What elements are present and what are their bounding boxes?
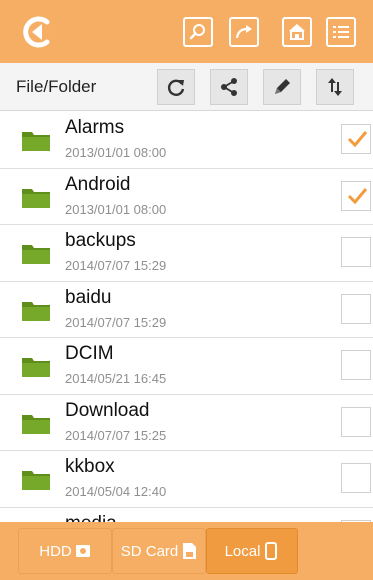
toolbar: File/Folder — [0, 63, 373, 111]
row-checkbox[interactable] — [341, 293, 371, 324]
file-date: 2014/07/07 15:25 — [65, 427, 167, 443]
tab-label: Local — [224, 542, 261, 560]
file-name: DCIM — [65, 343, 114, 364]
row-checkbox[interactable] — [341, 124, 371, 154]
list-item[interactable]: Android 2013/01/01 08:00 — [0, 168, 373, 225]
folder-icon — [22, 132, 50, 151]
search-button[interactable] — [183, 17, 213, 47]
row-checkbox[interactable] — [341, 350, 371, 380]
list-item[interactable]: backups 2014/07/07 15:29 — [0, 225, 373, 282]
file-name: baidu — [65, 286, 112, 308]
sd-card-icon — [183, 543, 197, 559]
search-icon — [189, 24, 205, 40]
back-arrow-icon[interactable] — [21, 14, 57, 50]
share-button[interactable] — [210, 69, 248, 105]
file-list: Alarms 2013/01/01 08:00 Android 2013/01/… — [0, 112, 373, 522]
list-button[interactable] — [326, 17, 356, 47]
file-name: kkbox — [65, 456, 115, 477]
folder-icon — [22, 301, 50, 321]
file-date: 2014/07/07 15:29 — [65, 314, 167, 330]
file-name: Download — [65, 399, 150, 421]
row-checkbox[interactable] — [341, 463, 371, 493]
tab-label: HDD — [39, 542, 72, 560]
sort-icon — [328, 78, 342, 96]
tab-hdd[interactable]: HDD — [18, 528, 112, 574]
share-arrow-button[interactable] — [229, 17, 259, 47]
tab-label: SD Card — [120, 542, 179, 560]
file-name: Android — [65, 173, 131, 195]
toolbar-title: File/Folder — [16, 77, 97, 96]
refresh-button[interactable] — [157, 69, 195, 105]
list-item[interactable]: Download 2014/07/07 15:25 — [0, 394, 373, 451]
phone-icon — [265, 542, 278, 560]
check-icon — [347, 131, 368, 148]
folder-icon — [22, 414, 50, 434]
list-icon — [333, 26, 349, 38]
row-checkbox[interactable] — [341, 180, 371, 211]
folder-icon — [22, 471, 50, 490]
folder-icon — [22, 358, 50, 377]
list-item[interactable]: baidu 2014/07/07 15:29 — [0, 281, 373, 338]
file-date: 2014/07/07 15:29 — [65, 258, 167, 273]
file-name: media — [65, 513, 117, 523]
file-date: 2013/01/01 08:00 — [65, 145, 167, 160]
pencil-icon — [275, 79, 290, 94]
row-checkbox[interactable] — [341, 237, 371, 267]
folder-icon — [22, 245, 50, 264]
tab-sd-card[interactable]: SD Card — [112, 528, 206, 574]
file-date: 2014/05/21 16:45 — [65, 371, 167, 386]
app-header — [0, 0, 373, 63]
refresh-icon — [167, 79, 185, 96]
sort-button[interactable] — [316, 69, 354, 105]
file-name: backups — [65, 230, 136, 251]
list-item[interactable]: kkbox 2014/05/04 12:40 — [0, 451, 373, 508]
home-icon — [289, 24, 305, 40]
row-checkbox[interactable] — [341, 406, 371, 437]
storage-tab-bar: HDD SD Card Local — [0, 522, 373, 580]
file-name: Alarms — [65, 117, 125, 138]
list-item[interactable]: DCIM 2014/05/21 16:45 — [0, 338, 373, 395]
file-date: 2014/05/04 12:40 — [65, 484, 167, 499]
share-arrow-icon — [235, 25, 252, 39]
hdd-icon — [75, 545, 90, 557]
list-item[interactable]: media — [0, 507, 373, 523]
edit-button[interactable] — [263, 69, 301, 105]
share-icon — [221, 78, 237, 96]
list-item[interactable]: Alarms 2013/01/01 08:00 — [0, 112, 373, 169]
check-icon — [347, 187, 368, 204]
home-button[interactable] — [282, 17, 312, 47]
tab-local[interactable]: Local — [206, 528, 298, 574]
file-date: 2013/01/01 08:00 — [65, 201, 167, 217]
folder-icon — [22, 188, 50, 208]
